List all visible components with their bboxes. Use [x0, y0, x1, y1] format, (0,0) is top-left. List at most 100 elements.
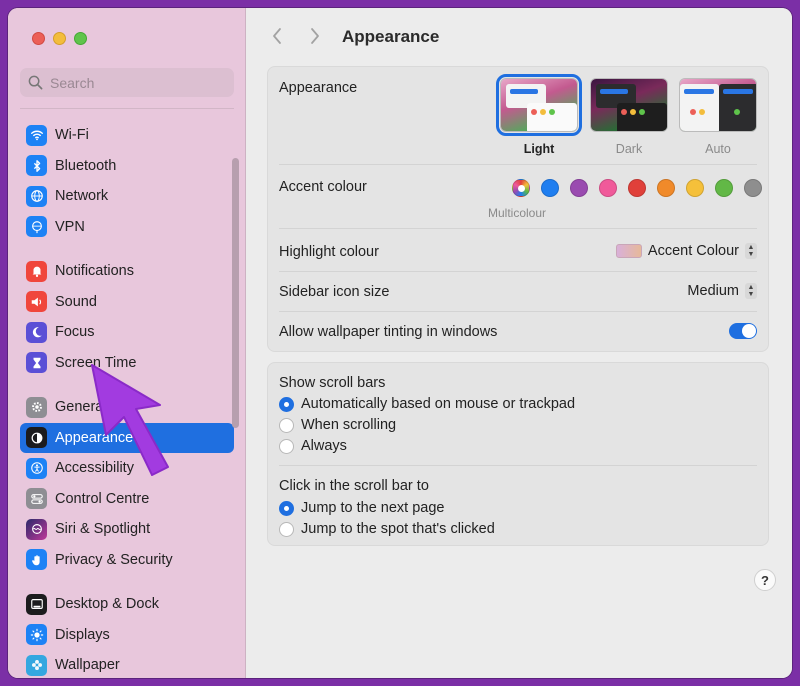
sidebar-item-wallpaper[interactable]: Wallpaper	[20, 650, 234, 678]
sidebar-item-label: Privacy & Security	[55, 551, 173, 568]
sidebar-item-label: Wi-Fi	[55, 127, 89, 144]
theme-thumbnail-dark	[590, 78, 668, 132]
theme-thumbnail-auto	[679, 78, 757, 132]
sidebar-icon-size-popup[interactable]: Medium ▲ ▼	[687, 283, 757, 299]
sidebar-item-siri-spotlight[interactable]: Siri & Spotlight	[20, 514, 234, 545]
sidebar-item-network[interactable]: Network	[20, 181, 234, 212]
sidebar-item-label: VPN	[55, 218, 85, 235]
radio-scroll-when-scrolling[interactable]: When scrolling	[279, 417, 396, 433]
forward-button[interactable]	[305, 26, 325, 46]
search-field[interactable]	[20, 68, 234, 97]
radio-button[interactable]	[279, 438, 294, 454]
radio-button-selected[interactable]	[279, 500, 294, 516]
accent-swatch-yellow[interactable]	[686, 179, 704, 197]
minimize-button[interactable]	[53, 32, 66, 45]
sidebar-item-notifications[interactable]: Notifications	[20, 256, 234, 287]
toolbar: Appearance	[247, 8, 792, 60]
sidebar-item-control-centre[interactable]: Control Centre	[20, 484, 234, 515]
radio-scroll-always[interactable]: Always	[279, 438, 347, 454]
sidebar-item-label: Focus	[55, 324, 95, 341]
sidebar-item-bluetooth[interactable]: Bluetooth	[20, 151, 234, 182]
highlight-colour-popup[interactable]: Accent Colour ▲ ▼	[615, 243, 757, 259]
radio-label: Automatically based on mouse or trackpad	[301, 396, 576, 412]
globe-icon	[26, 185, 47, 207]
radio-label: Jump to the next page	[301, 500, 445, 516]
siri-icon	[26, 518, 47, 540]
sidebar-divider	[20, 108, 234, 109]
accent-swatch-purple[interactable]	[570, 179, 588, 197]
chevron-right-icon	[311, 28, 319, 44]
vpn-icon	[26, 216, 47, 238]
radio-label: Jump to the spot that's clicked	[301, 521, 495, 537]
accent-swatch-red[interactable]	[628, 179, 646, 197]
wallpaper-tinting-toggle[interactable]	[729, 323, 757, 339]
sidebar-scrollbar[interactable]	[232, 158, 239, 428]
sidebar-item-label: Displays	[55, 626, 110, 643]
accent-swatch-graphite[interactable]	[744, 179, 762, 197]
accent-swatch-orange[interactable]	[657, 179, 675, 197]
accent-swatch-pink[interactable]	[599, 179, 617, 197]
sidebar-item-privacy-security[interactable]: Privacy & Security	[20, 545, 234, 576]
sidebar-item-wi-fi[interactable]: Wi-Fi	[20, 120, 234, 151]
sidebar-item-displays[interactable]: Displays	[20, 620, 234, 651]
updown-chevron-icon: ▲ ▼	[745, 283, 757, 299]
radio-button[interactable]	[279, 521, 294, 537]
theme-option-dark[interactable]: Dark	[590, 78, 668, 156]
accent-colour-label: Accent colour	[279, 179, 367, 195]
accent-selected-label: Multicolour	[488, 206, 547, 220]
appearance-icon	[26, 427, 47, 449]
bell-icon	[26, 260, 47, 282]
theme-label: Light	[523, 142, 555, 156]
theme-label: Auto	[705, 142, 731, 156]
accent-swatch-multicolour[interactable]	[512, 179, 530, 197]
accent-swatch-green[interactable]	[715, 179, 733, 197]
moon-icon	[26, 321, 47, 343]
annotation-arrow-icon	[91, 364, 169, 476]
updown-chevron-icon: ▲ ▼	[745, 243, 757, 259]
wifi-icon	[26, 124, 47, 146]
page-title: Appearance	[342, 27, 440, 46]
scroll-settings-card: Show scroll bars Automatically based on …	[267, 362, 769, 546]
theme-option-auto[interactable]: Auto	[679, 78, 757, 156]
sidebar-icon-size-value: Medium	[687, 283, 739, 299]
toggle-knob	[742, 324, 756, 338]
sidebar-item-vpn[interactable]: VPN	[20, 212, 234, 243]
theme-option-light[interactable]: Light	[496, 74, 582, 156]
sidebar-item-label: Desktop & Dock	[55, 596, 159, 613]
sidebar-item-label: Sound	[55, 293, 97, 310]
highlight-colour-label: Highlight colour	[279, 244, 379, 260]
sidebar-item-focus[interactable]: Focus	[20, 317, 234, 348]
radio-jump-next-page[interactable]: Jump to the next page	[279, 500, 445, 516]
sidebar-item-desktop-dock[interactable]: Desktop & Dock	[20, 589, 234, 620]
accessibility-icon	[26, 457, 47, 479]
radio-button-selected[interactable]	[279, 396, 294, 412]
appearance-settings-card: Appearance Light Dark Auto Accent colour…	[267, 66, 769, 352]
zoom-button[interactable]	[74, 32, 87, 45]
radio-button[interactable]	[279, 417, 294, 433]
settings-window: Wi-Fi Bluetooth Network VPN	[8, 8, 792, 678]
help-button[interactable]: ?	[754, 569, 776, 591]
gear-icon	[26, 396, 47, 418]
hourglass-icon	[26, 352, 47, 374]
radio-scroll-automatic[interactable]: Automatically based on mouse or trackpad	[279, 396, 575, 412]
highlight-colour-value: Accent Colour	[647, 243, 739, 259]
sidebar-item-label: Siri & Spotlight	[55, 521, 151, 538]
wallpaper-tinting-label: Allow wallpaper tinting in windows	[279, 324, 498, 340]
search-icon	[28, 75, 43, 90]
sidebar-item-label: Wallpaper	[55, 657, 120, 674]
sidebar-item-label: Bluetooth	[55, 157, 117, 174]
window-controls	[32, 32, 87, 45]
hand-icon	[26, 549, 47, 571]
back-button[interactable]	[267, 26, 287, 46]
sidebar-icon-size-label: Sidebar icon size	[279, 284, 390, 300]
theme-thumbnail-light	[496, 74, 582, 136]
search-input[interactable]	[50, 74, 220, 91]
radio-jump-spot-clicked[interactable]: Jump to the spot that's clicked	[279, 521, 495, 537]
control-centre-icon	[26, 488, 47, 510]
close-button[interactable]	[32, 32, 45, 45]
sidebar-item-sound[interactable]: Sound	[20, 287, 234, 318]
sun-icon	[26, 624, 47, 646]
accent-swatch-blue[interactable]	[541, 179, 559, 197]
appearance-label: Appearance	[279, 80, 358, 96]
radio-label: When scrolling	[301, 417, 397, 433]
